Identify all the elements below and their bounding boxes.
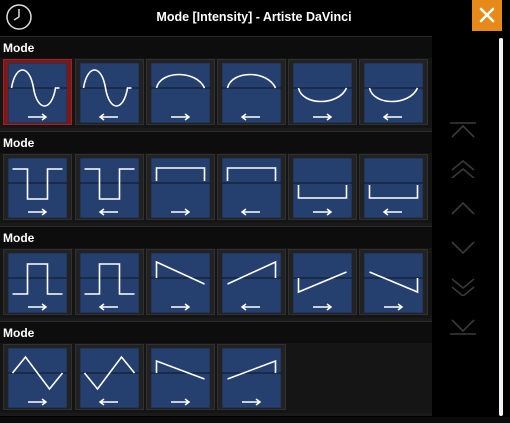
- mode-saw-up-right-button[interactable]: [217, 344, 286, 410]
- mode-ramp-up-left-button[interactable]: [217, 249, 286, 315]
- scrollbar-thumb[interactable]: [499, 38, 503, 416]
- mode-list: Mode Mode Mode Mode: [0, 36, 432, 416]
- waveform-triangle-inv-icon: [80, 348, 139, 408]
- navigation-panel: [434, 38, 500, 416]
- waveform-gate-down-icon: [364, 158, 423, 218]
- waveform-arc-down-icon: [364, 63, 423, 123]
- title-bar: Mode [Intensity] - Artiste DaVinci: [0, 0, 510, 34]
- section-body: [0, 153, 432, 223]
- section-header: Mode: [0, 226, 432, 249]
- waveform-gate-up-icon: [222, 158, 281, 218]
- mode-gate-up-right-button[interactable]: [146, 154, 215, 220]
- mode-ramp-up-low-right-button[interactable]: [288, 249, 357, 315]
- section-header: Mode: [0, 321, 432, 344]
- page-down-icon[interactable]: [448, 278, 478, 296]
- mode-arc-up-right-button[interactable]: [146, 59, 215, 125]
- waveform-square-icon: [80, 158, 139, 218]
- waveform-saw-up-icon: [222, 348, 281, 408]
- mode-section: Mode: [0, 36, 432, 128]
- mode-gate-down-left-button[interactable]: [359, 154, 428, 220]
- clock-icon[interactable]: [4, 2, 34, 32]
- mode-gate-down-right-button[interactable]: [288, 154, 357, 220]
- section-body: [0, 248, 432, 318]
- close-icon: [479, 7, 495, 23]
- mode-section: Mode: [0, 131, 432, 223]
- window-title: Mode [Intensity] - Artiste DaVinci: [156, 10, 352, 24]
- waveform-gate-down-icon: [293, 158, 352, 218]
- waveform-square-inv-icon: [8, 253, 67, 313]
- mode-arc-up-left-button[interactable]: [217, 59, 286, 125]
- mode-triangle-inv-left-button[interactable]: [75, 344, 144, 410]
- window-footer: [0, 417, 510, 423]
- section-label: Mode: [3, 231, 35, 245]
- mode-gate-up-left-button[interactable]: [217, 154, 286, 220]
- section-body: [0, 58, 432, 128]
- waveform-sine-icon: [80, 63, 139, 123]
- mode-square-inv-right-button[interactable]: [3, 249, 72, 315]
- mode-ramp-down-low-right-button[interactable]: [359, 249, 428, 315]
- scrollbar[interactable]: [499, 38, 503, 416]
- waveform-ramp-up-icon: [222, 253, 281, 313]
- mode-section: Mode: [0, 226, 432, 318]
- section-label: Mode: [3, 41, 35, 55]
- last-page-icon[interactable]: [448, 318, 478, 336]
- close-button[interactable]: [472, 0, 502, 31]
- mode-arc-down-left-button[interactable]: [359, 59, 428, 125]
- waveform-ramp-down-icon: [151, 253, 210, 313]
- waveform-triangle-icon: [8, 348, 67, 408]
- waveform-arc-up-icon: [151, 63, 210, 123]
- waveform-arc-down-icon: [293, 63, 352, 123]
- section-body: [0, 343, 432, 413]
- waveform-ramp-down-low-icon: [364, 253, 423, 313]
- section-label: Mode: [3, 326, 35, 340]
- mode-sine-left-button[interactable]: [75, 59, 144, 125]
- waveform-arc-up-icon: [222, 63, 281, 123]
- section-header: Mode: [0, 131, 432, 154]
- waveform-gate-up-icon: [151, 158, 210, 218]
- mode-triangle-right-button[interactable]: [3, 344, 72, 410]
- mode-square-left-button[interactable]: [75, 154, 144, 220]
- waveform-sine-icon: [8, 63, 67, 123]
- first-page-icon[interactable]: [448, 120, 478, 138]
- mode-square-right-button[interactable]: [3, 154, 72, 220]
- mode-section: Mode: [0, 321, 432, 413]
- line-up-icon[interactable]: [448, 200, 478, 218]
- mode-ramp-down-right-button[interactable]: [146, 249, 215, 315]
- section-label: Mode: [3, 136, 35, 150]
- mode-sine-right-button[interactable]: [3, 59, 72, 125]
- waveform-ramp-up-low-icon: [293, 253, 352, 313]
- waveform-square-inv-icon: [80, 253, 139, 313]
- waveform-saw-down-icon: [151, 348, 210, 408]
- mode-arc-down-right-button[interactable]: [288, 59, 357, 125]
- line-down-icon[interactable]: [448, 238, 478, 256]
- mode-square-inv-left-button[interactable]: [75, 249, 144, 315]
- page-up-icon[interactable]: [448, 160, 478, 178]
- waveform-square-icon: [8, 158, 67, 218]
- mode-saw-down-right-button[interactable]: [146, 344, 215, 410]
- section-header: Mode: [0, 36, 432, 59]
